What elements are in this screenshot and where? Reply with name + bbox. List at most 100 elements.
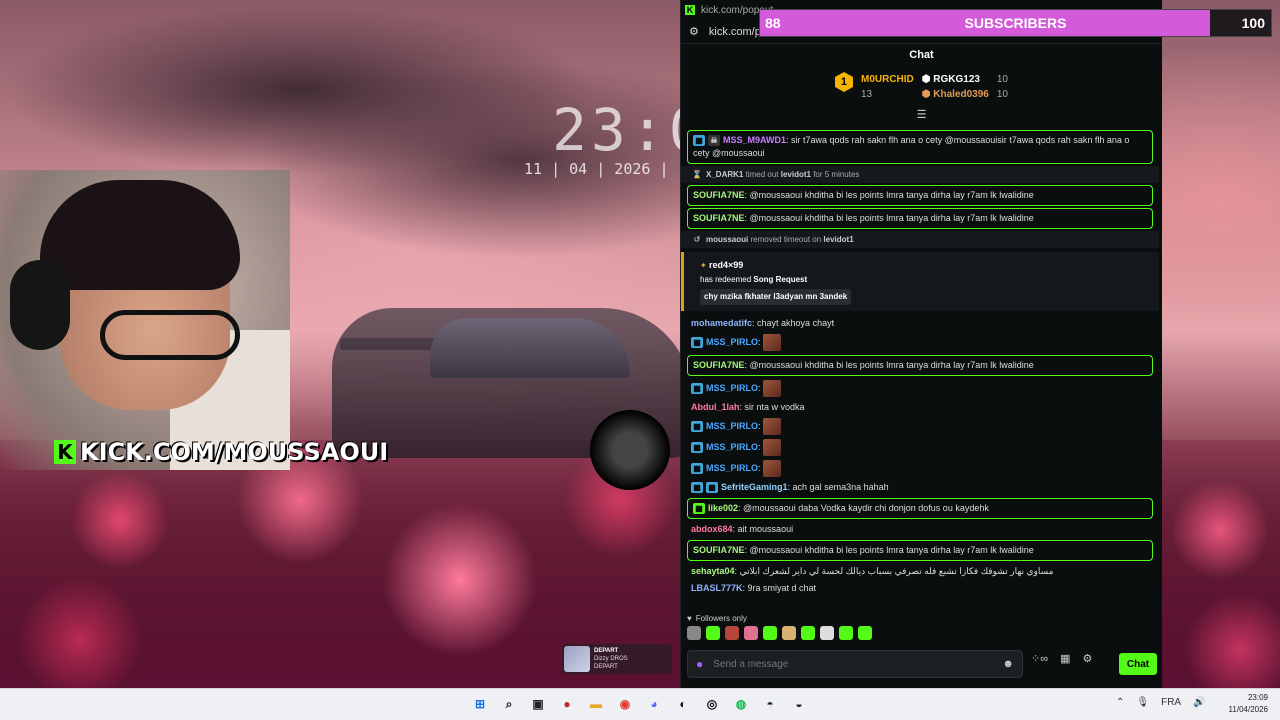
sub-badge-icon: ▦ [691,421,703,432]
emote-button[interactable] [763,626,777,640]
taskbar-time: 23:09 [1247,693,1268,702]
chat-message: ▦ MSS_PIRLO: [681,332,1159,353]
chat-tools: ⁘∞ ▦ ⚙ [1031,652,1092,665]
chat-text: sir nta w vodka [744,402,805,412]
github-icon[interactable]: ◐ [673,693,693,715]
chat-username[interactable]: MSS_PIRLO [706,383,758,393]
overlay-date: 11 | 04 | 2026 | [524,160,669,178]
rank-badge-icon: 1 [834,72,853,92]
album-art [564,646,590,672]
headset [10,260,70,350]
subscriber-goal-bar: 88 SUBSCRIBERS 100 [759,9,1272,37]
glasses [100,310,240,360]
subscriber-label: SUBSCRIBERS [964,15,1067,31]
now-playing-card: DEPART Dizzy DROS DEPART [562,644,672,674]
site-settings-icon[interactable]: ⚙ [689,25,699,38]
followers-only-label: Followers only [695,614,747,623]
mic-icon[interactable]: ● [696,657,703,671]
emote-button[interactable] [801,626,815,640]
taskbar-apps: ⊞ ⌕ ▣ ● ▬ ◉ ◕ ◐ ◎ ◍ ◓ ◒ [470,693,809,715]
send-chat-button[interactable]: Chat [1119,653,1157,675]
skull-badge-icon: ☠ [708,135,720,147]
chat-username[interactable]: SOUFIA7NE [693,360,745,370]
chat-username[interactable]: LBASL777K [691,583,743,593]
collapse-menu-icon[interactable]: ☰ [681,108,1162,121]
steam-icon[interactable]: ◓ [760,693,780,715]
chat-message: ▦ ▦ SefriteGaming1: ach gal sema3na hahah [681,479,1159,496]
quick-emote-bar [687,626,872,640]
leader-2-count: 10 [996,74,1008,85]
emote-button[interactable] [706,626,720,640]
kicks-icon[interactable]: ⁘∞ [1031,652,1048,665]
store-icon[interactable]: ▦ [1060,652,1070,665]
chat-username[interactable]: abdox684 [691,524,733,534]
chat-input[interactable] [713,658,993,670]
emote-button[interactable] [744,626,758,640]
chrome-icon[interactable]: ◉ [615,693,635,715]
app-icon[interactable]: ◒ [789,693,809,715]
chat-message: SOUFIA7NE: @moussaoui khditha bi les poi… [687,355,1153,376]
emote-button[interactable] [782,626,796,640]
leader-1-count: 13 [860,89,873,100]
leader-3-name[interactable]: Khaled0396 [933,89,989,100]
chat-username[interactable]: SOUFIA7NE [693,545,745,555]
discord-icon[interactable]: ◕ [644,693,664,715]
taskbar-clock[interactable]: 23:09 11/04/2026 [1226,692,1268,716]
search-icon[interactable]: ⌕ [499,693,519,715]
sub-badge-icon: ▦ [691,337,703,348]
chat-message: SOUFIA7NE: @moussaoui khditha bi les poi… [687,208,1153,229]
settings-gear-icon[interactable]: ⚙ [1082,652,1092,665]
chat-message: ▦ MSS_PIRLO: [681,378,1159,399]
emote-button[interactable] [820,626,834,640]
taskbar-date: 11/04/2026 [1228,705,1268,714]
chat-message: sehayta04: مساوي نهار تشوفك فكازا تشبع ف… [691,566,1054,576]
emote-button[interactable] [858,626,872,640]
record-app-icon[interactable]: ● [557,693,577,715]
language-indicator[interactable]: FRA [1161,697,1181,708]
spotify-icon[interactable]: ◍ [731,693,751,715]
kick-tab-icon: K [685,5,695,15]
chat-username[interactable]: Abdul_1lah [691,402,740,412]
chat-username[interactable]: SefriteGaming1 [721,482,788,492]
chat-text: ait moussaoui [737,524,794,534]
emote-button[interactable] [839,626,853,640]
chat-title: Chat [909,49,934,61]
kick-brand-watermark: K KICK.COM/MOUSSAOUI [54,438,388,466]
chat-username[interactable]: SOUFIA7NE [693,190,745,200]
sub-badge-icon: ▦ [691,463,703,474]
obs-icon[interactable]: ◎ [702,693,722,715]
chat-username[interactable]: MSS_PIRLO [706,337,758,347]
car-wheel [590,410,670,490]
chat-message: ▦ MSS_PIRLO: [681,458,1159,479]
microphone-icon[interactable]: 🎙 [1136,697,1149,708]
redeem-user[interactable]: red4×99 [709,260,743,270]
chat-username[interactable]: SOUFIA7NE [693,213,745,223]
subscriber-goal-max: 100 [1241,15,1265,31]
chat-username[interactable]: MSS_PIRLO [706,421,758,431]
leader-2-name[interactable]: RGKG123 [933,74,980,85]
file-explorer-icon[interactable]: ▬ [586,693,606,715]
chat-messages: ▦ ☠ MSS_M9AWD1: sir t7awa qods rah sakn fl… [681,128,1159,606]
chat-message: Abdul_1lah: sir nta w vodka [691,402,805,412]
leader-3-count: 10 [996,89,1008,100]
chevron-up-icon[interactable]: ⌃ [1116,697,1124,708]
chat-username[interactable]: like002 [708,503,738,513]
chat-text: مساوي نهار تشوفك فكازا تشبع فله تصرفي بس… [739,566,1054,576]
chat-username[interactable]: mohamedatifc [691,318,752,328]
emoji-picker-icon[interactable]: ☻ [1002,658,1014,670]
emote-image [763,334,782,351]
emote-button[interactable] [725,626,739,640]
volume-icon[interactable]: 🔊 [1193,697,1205,708]
chat-username[interactable]: MSS_PIRLO [706,442,758,452]
chat-username[interactable]: MSS_PIRLO [706,463,758,473]
chat-username[interactable]: sehayta04 [691,566,735,576]
heart-icon: ♥ [687,614,692,623]
leader-1-name[interactable]: M0URCHID [861,72,914,87]
sub-badge-icon: ▦ [693,135,705,147]
task-view-icon[interactable]: ▣ [528,693,548,715]
chat-username[interactable]: MSS_M9AWD1 [723,135,786,145]
start-icon[interactable]: ⊞ [470,693,490,715]
chat-text: ach gal sema3na hahah [792,482,889,492]
chat-message: mohamedatifc: chayt akhoya chayt [691,318,835,328]
emote-button[interactable] [687,626,701,640]
